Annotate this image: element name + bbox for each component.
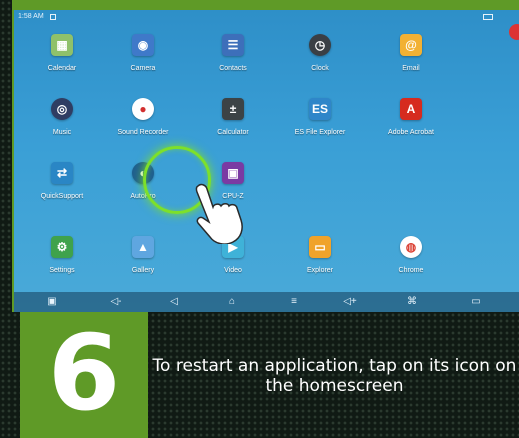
app-gallery[interactable]: ▲ Gallery	[103, 236, 183, 274]
app-label: Gallery	[131, 267, 155, 274]
app-quicksupport[interactable]: ⇄ QuickSupport	[22, 162, 102, 200]
app-label: Video	[224, 267, 242, 274]
app-label: Chrome	[398, 267, 424, 274]
app-label: Sound Recorder	[117, 129, 169, 136]
app-music[interactable]: ◎ Music	[22, 98, 102, 136]
app-adobe-acrobat[interactable]: A Adobe Acrobat	[371, 98, 451, 136]
pdf-icon[interactable]: A	[400, 98, 422, 120]
back-icon[interactable]: ◁	[166, 296, 182, 308]
status-bar: 1:58 AM	[14, 10, 519, 24]
app-email[interactable]: @ Email	[371, 34, 451, 72]
navigation-bar: ▣ ◁- ◁ ⌂ ≡ ◁+ ⌘ ▭	[14, 292, 519, 312]
music-icon[interactable]: ◎	[51, 98, 73, 120]
screenshot-icon[interactable]: ▣	[44, 296, 60, 308]
app-label: Adobe Acrobat	[388, 129, 434, 136]
app-label: Calculator	[217, 129, 249, 136]
microphone-icon[interactable]: ●	[132, 98, 154, 120]
app-contacts[interactable]: ☰ Contacts	[193, 34, 273, 72]
home-icon[interactable]: ⌂	[224, 296, 240, 308]
tap-hand-icon	[195, 183, 243, 244]
app-label: QuickSupport	[40, 193, 84, 200]
instruction-text: To restart an application, tap on its ic…	[152, 356, 517, 396]
app-label: Clock	[311, 65, 329, 72]
folder-icon[interactable]: ▭	[309, 236, 331, 258]
email-icon[interactable]: @	[400, 34, 422, 56]
step-badge: 6	[20, 312, 148, 438]
app-label: ES File Explorer	[294, 129, 346, 136]
app-sound-recorder[interactable]: ● Sound Recorder	[103, 98, 183, 136]
gamepad-icon[interactable]: ⌘	[404, 296, 420, 308]
notification-icon	[50, 14, 56, 20]
app-clock[interactable]: ◷ Clock	[280, 34, 360, 72]
app-chrome[interactable]: ◍ Chrome	[371, 236, 451, 274]
step-number: 6	[47, 312, 121, 434]
camera-icon[interactable]: ◉	[132, 34, 154, 56]
app-label: Camera	[130, 65, 156, 72]
volume-up-icon[interactable]: ◁+	[342, 296, 358, 308]
app-explorer[interactable]: ▭ Explorer	[280, 236, 360, 274]
app-es-file-explorer[interactable]: ES ES File Explorer	[280, 98, 360, 136]
quicksupport-icon[interactable]: ⇄	[51, 162, 73, 184]
app-calculator[interactable]: ± Calculator	[193, 98, 273, 136]
instruction-panel: 6 To restart an application, tap on its …	[0, 312, 519, 438]
app-label: Music	[52, 129, 72, 136]
app-label: Explorer	[306, 267, 334, 274]
record-indicator-icon	[509, 24, 519, 40]
battery-icon	[483, 14, 493, 20]
menu-icon[interactable]: ≡	[286, 296, 302, 308]
android-homescreen: 1:58 AM ▦ Calendar ◉ Camera ☰ Contacts ◷ Clock @…	[14, 10, 519, 312]
volume-down-icon[interactable]: ◁-	[108, 296, 124, 308]
app-label: Email	[402, 65, 420, 72]
app-settings[interactable]: ⚙ Settings	[22, 236, 102, 274]
chrome-icon[interactable]: ◍	[400, 236, 422, 258]
status-time: 1:58 AM	[18, 13, 44, 20]
calculator-icon[interactable]: ±	[222, 98, 244, 120]
app-label: Settings	[49, 267, 75, 274]
app-label: Calendar	[47, 65, 77, 72]
contacts-icon[interactable]: ☰	[222, 34, 244, 56]
clock-icon[interactable]: ◷	[309, 34, 331, 56]
recent-apps-icon[interactable]: ▭	[468, 296, 484, 308]
app-calendar[interactable]: ▦ Calendar	[22, 34, 102, 72]
gear-icon[interactable]: ⚙	[51, 236, 73, 258]
calendar-icon[interactable]: ▦	[51, 34, 73, 56]
app-camera[interactable]: ◉ Camera	[103, 34, 183, 72]
folder-cloud-icon[interactable]: ES	[309, 98, 331, 120]
gallery-icon[interactable]: ▲	[132, 236, 154, 258]
app-label: Contacts	[219, 65, 247, 72]
